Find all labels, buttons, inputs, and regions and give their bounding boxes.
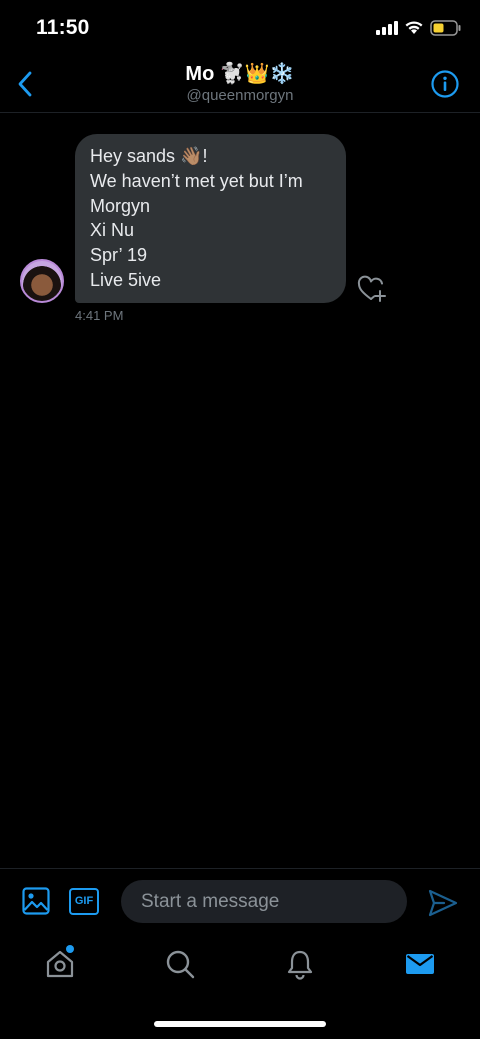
status-bar: 11:50 <box>0 0 480 58</box>
send-icon[interactable] <box>428 889 458 917</box>
message-line: Live 5ive <box>90 269 162 290</box>
message-composer: GIF <box>0 868 480 934</box>
tab-bar <box>0 934 480 1004</box>
message-input[interactable] <box>121 880 407 923</box>
message-line: Hey sands 👋🏽! <box>90 146 208 166</box>
unread-dot <box>66 945 74 953</box>
message-line: We haven’t met yet but I’m <box>90 170 303 191</box>
info-icon[interactable] <box>431 70 459 98</box>
gif-button[interactable]: GIF <box>69 888 99 915</box>
signal-icon <box>376 21 398 35</box>
bell-icon[interactable] <box>284 948 316 980</box>
search-icon[interactable] <box>164 948 196 980</box>
message-line: Spr’ 19 <box>90 245 148 266</box>
message-line: Xi Nu <box>90 220 135 241</box>
mail-icon[interactable] <box>404 948 436 980</box>
wifi-icon <box>405 21 423 34</box>
status-time: 11:50 <box>36 16 90 39</box>
message-timestamp: 4:41 PM <box>75 308 124 323</box>
header-handle: @queenmorgyn <box>186 87 294 104</box>
battery-icon <box>430 20 461 36</box>
heart-plus-icon[interactable] <box>357 275 387 303</box>
home-indicator[interactable] <box>154 1021 326 1027</box>
header-title-group[interactable]: Mo 🐩👑❄️ @queenmorgyn <box>0 62 480 105</box>
message-bubble[interactable]: Hey sands 👋🏽! We haven’t met yet but I’m… <box>75 134 346 303</box>
message-line: Morgyn <box>90 195 151 216</box>
message-list: Hey sands 👋🏽! We haven’t met yet but I’m… <box>0 114 480 868</box>
avatar[interactable] <box>20 259 64 303</box>
conversation-header: Mo 🐩👑❄️ @queenmorgyn <box>0 58 480 113</box>
dm-conversation-screen: 11:50 Mo 🐩👑❄️ @queenmorgyn Hey sands 👋🏽!… <box>0 0 480 1039</box>
header-title: Mo 🐩👑❄️ <box>185 63 295 85</box>
image-icon[interactable] <box>22 887 50 915</box>
